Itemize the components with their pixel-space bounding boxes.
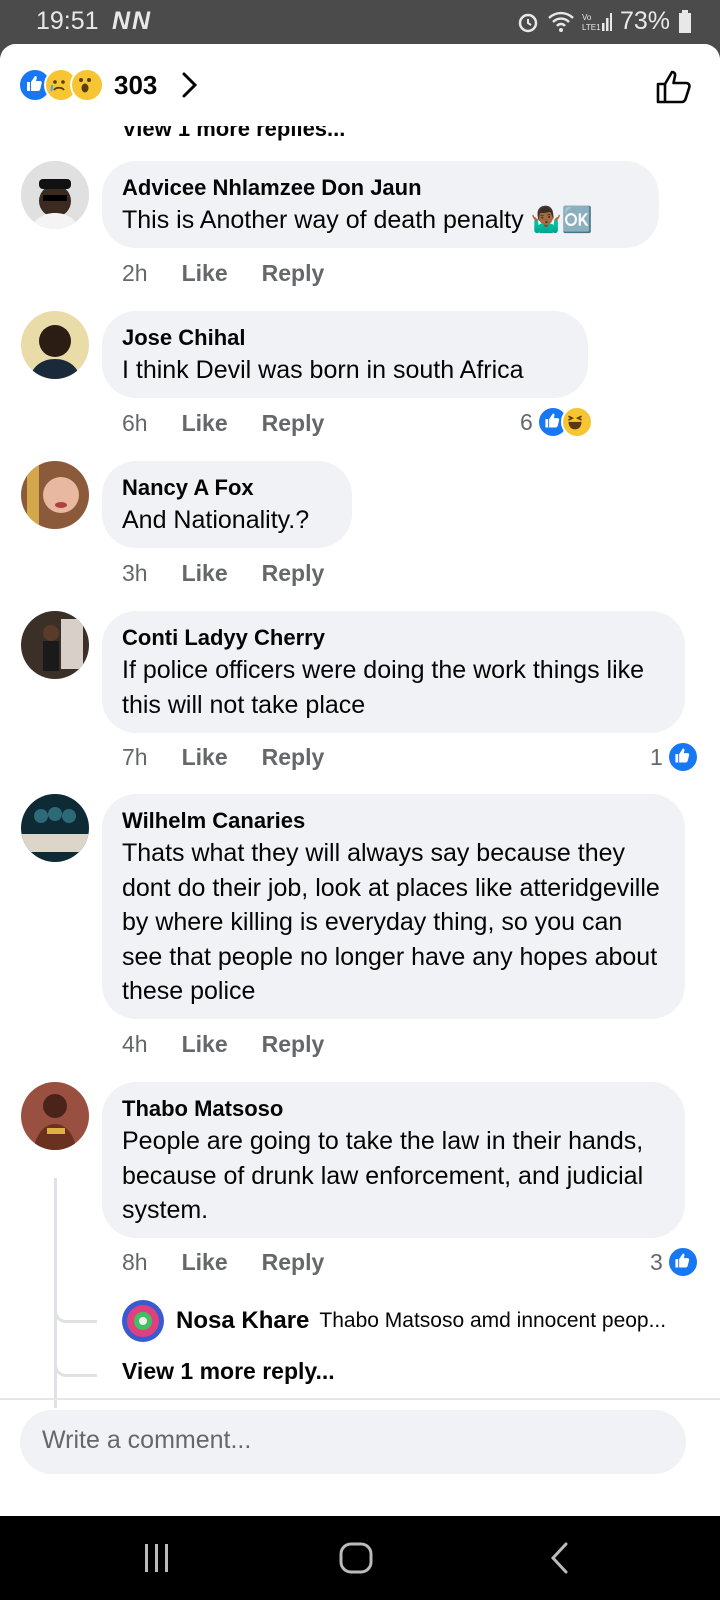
notification-icons: NN bbox=[112, 7, 153, 35]
wow-icon bbox=[70, 68, 104, 102]
comment-author[interactable]: Advicee Nhlamzee Don Jaun bbox=[122, 173, 639, 203]
avatar[interactable] bbox=[21, 161, 89, 229]
reply-author[interactable]: Nosa Khare bbox=[176, 1307, 309, 1335]
avatar[interactable] bbox=[21, 1082, 89, 1150]
like-button[interactable]: Like bbox=[182, 260, 228, 287]
comment-actions: 6h Like Reply bbox=[122, 410, 324, 437]
comment-text: I think Devil was born in south Africa bbox=[122, 356, 524, 384]
signal-icon: VoLTE1 bbox=[582, 12, 612, 32]
haha-icon bbox=[560, 406, 593, 438]
reaction-summary[interactable]: 303 bbox=[18, 68, 157, 102]
comment-reactions[interactable]: 1 bbox=[650, 741, 699, 773]
reply-button[interactable]: Reply bbox=[262, 744, 325, 771]
reply-branch-line bbox=[54, 1302, 97, 1323]
battery-icon bbox=[679, 9, 691, 33]
comment-reactions[interactable]: 3 bbox=[650, 1246, 699, 1278]
reaction-count: 1 bbox=[650, 743, 663, 770]
comment-text: Thats what they will always say because … bbox=[122, 839, 660, 1005]
avatar[interactable] bbox=[21, 311, 89, 379]
clock: 19:51 bbox=[36, 7, 99, 35]
comment-actions: 7h Like Reply bbox=[122, 744, 324, 771]
reply-button[interactable]: Reply bbox=[262, 1249, 325, 1276]
comment-text: This is Another way of death penalty 🤷🏾‍… bbox=[122, 206, 593, 234]
comments-sheet: 303 View 1 more replies... Advicee Nhlam… bbox=[0, 44, 720, 1516]
like-button[interactable]: Like bbox=[182, 410, 228, 437]
reaction-count: 3 bbox=[650, 1248, 663, 1275]
home-icon[interactable] bbox=[338, 1540, 374, 1576]
comment-time: 6h bbox=[122, 410, 148, 436]
reply-text: Thabo Matsoso amd innocent peop... bbox=[319, 1309, 667, 1332]
comment-time: 2h bbox=[122, 260, 148, 286]
svg-text:Vo: Vo bbox=[582, 13, 592, 22]
comment-reactions[interactable]: 6 bbox=[520, 406, 593, 438]
recent-apps-icon[interactable] bbox=[140, 1540, 174, 1576]
thumbs-up-outline-icon[interactable] bbox=[654, 66, 694, 106]
like-button[interactable]: Like bbox=[182, 1249, 228, 1276]
alarm-icon bbox=[518, 13, 538, 32]
wifi-icon bbox=[548, 11, 574, 32]
comment-bubble[interactable]: Thabo Matsoso People are going to take t… bbox=[102, 1082, 685, 1238]
comment-input-placeholder: Write a comment... bbox=[42, 1426, 252, 1454]
avatar[interactable] bbox=[21, 461, 89, 529]
like-button[interactable]: Like bbox=[182, 744, 228, 771]
like-button[interactable]: Like bbox=[182, 560, 228, 587]
comment-input[interactable]: Write a comment... bbox=[20, 1410, 686, 1474]
reaction-count: 6 bbox=[520, 408, 533, 435]
comment-bubble[interactable]: Conti Ladyy Cherry If police officers we… bbox=[102, 611, 685, 733]
comment-actions: 3h Like Reply bbox=[122, 560, 324, 587]
reaction-count: 303 bbox=[114, 69, 158, 100]
like-icon bbox=[666, 741, 699, 773]
reply-preview[interactable]: Nosa Khare Thabo Matsoso amd innocent pe… bbox=[122, 1300, 702, 1342]
battery-percent: 73% bbox=[619, 7, 670, 35]
comment-bubble[interactable]: Wilhelm Canaries Thats what they will al… bbox=[102, 794, 685, 1019]
svg-text:LTE1: LTE1 bbox=[582, 23, 601, 32]
comment-text: And Nationality.? bbox=[122, 506, 310, 534]
comment-actions: 4h Like Reply bbox=[122, 1031, 324, 1058]
divider bbox=[0, 1398, 720, 1400]
comment-time: 4h bbox=[122, 1031, 148, 1057]
android-nav-bar bbox=[0, 1516, 720, 1600]
comment-time: 8h bbox=[122, 1249, 148, 1275]
like-button[interactable]: Like bbox=[182, 1031, 228, 1058]
comment-author[interactable]: Thabo Matsoso bbox=[122, 1094, 665, 1124]
reactions-header: 303 bbox=[0, 44, 720, 126]
chevron-right-icon[interactable] bbox=[176, 70, 202, 100]
reply-button[interactable]: Reply bbox=[262, 1031, 325, 1058]
avatar[interactable] bbox=[21, 794, 89, 862]
comment-author[interactable]: Jose Chihal bbox=[122, 323, 568, 353]
view-more-replies-link[interactable]: View 1 more reply... bbox=[122, 1358, 335, 1385]
avatar[interactable] bbox=[122, 1300, 164, 1342]
system-icons: Vo LTE1 73% bbox=[516, 7, 692, 36]
reply-button[interactable]: Reply bbox=[262, 410, 325, 437]
status-bar: 19:51 NN Vo LTE1 73% bbox=[0, 0, 720, 44]
reply-branch-line bbox=[54, 1356, 97, 1377]
reply-button[interactable]: Reply bbox=[262, 260, 325, 287]
comment-actions: 2h Like Reply bbox=[122, 260, 324, 287]
avatar[interactable] bbox=[21, 611, 89, 679]
comment-author[interactable]: Wilhelm Canaries bbox=[122, 806, 665, 836]
comment-text: If police officers were doing the work t… bbox=[122, 656, 645, 719]
comment-time: 3h bbox=[122, 560, 148, 586]
comment-bubble[interactable]: Advicee Nhlamzee Don Jaun This is Anothe… bbox=[102, 161, 659, 248]
comment-author[interactable]: Conti Ladyy Cherry bbox=[122, 623, 665, 653]
comment-text: People are going to take the law in thei… bbox=[122, 1127, 644, 1224]
comment-author[interactable]: Nancy A Fox bbox=[122, 473, 332, 503]
comment-time: 7h bbox=[122, 744, 148, 770]
back-icon[interactable] bbox=[548, 1540, 572, 1576]
comment-actions: 8h Like Reply bbox=[122, 1249, 324, 1276]
comment-bubble[interactable]: Nancy A Fox And Nationality.? bbox=[102, 461, 352, 548]
reply-button[interactable]: Reply bbox=[262, 560, 325, 587]
like-icon bbox=[666, 1246, 699, 1278]
comment-bubble[interactable]: Jose Chihal I think Devil was born in so… bbox=[102, 311, 588, 398]
